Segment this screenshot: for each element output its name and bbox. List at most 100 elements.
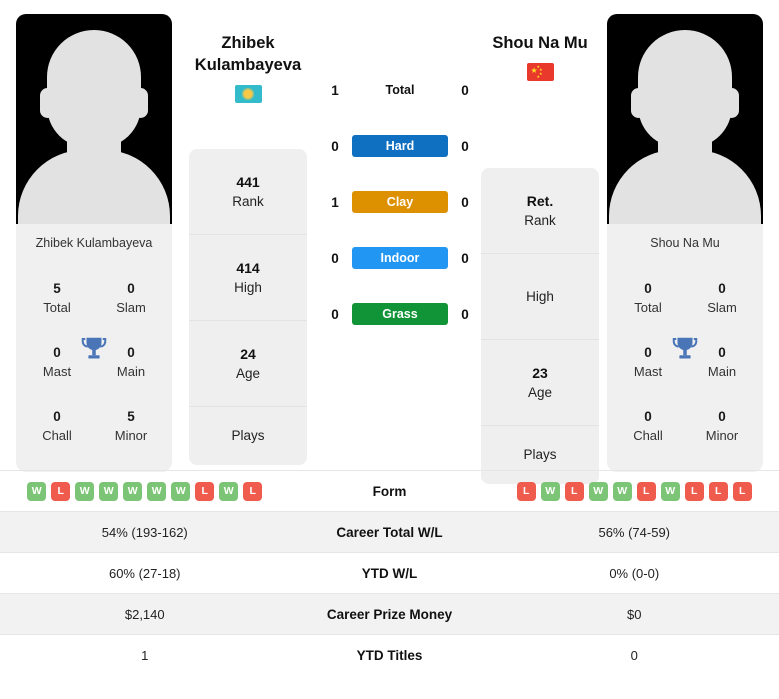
stats-table: WLWWWWWLWL Form LWLWWLWLLL 54% (193-162)… bbox=[0, 470, 779, 675]
player-name-line1-left: Zhibek bbox=[221, 34, 275, 52]
form-badge-win[interactable]: W bbox=[99, 481, 119, 501]
surface-score-left-hard: 0 bbox=[331, 138, 339, 154]
titles-mast-label-right: Mast bbox=[633, 363, 663, 379]
rank-cell-rank-right: Ret. Rank bbox=[481, 168, 599, 254]
table-label-ytd-titles: YTD Titles bbox=[356, 647, 423, 663]
form-badge-loss[interactable]: L bbox=[516, 481, 536, 501]
high-label-left: High bbox=[234, 279, 262, 295]
titles-slam-value-right: 0 bbox=[718, 280, 726, 296]
titles-main-label-right: Main bbox=[707, 363, 737, 379]
rank-cell-age-right: 23 Age bbox=[481, 340, 599, 426]
surface-label-indoor[interactable]: Indoor bbox=[352, 247, 448, 269]
surface-row-indoor: 0 Indoor 0 bbox=[322, 230, 478, 286]
rank-card-left: 441 Rank 414 High 24 Age Plays bbox=[189, 149, 307, 465]
surface-label-clay[interactable]: Clay bbox=[352, 191, 448, 213]
age-value-left: 24 bbox=[240, 345, 256, 362]
titles-chall-right: 0 Chall bbox=[611, 394, 685, 458]
form-badge-loss[interactable]: L bbox=[564, 481, 584, 501]
table-row-ytd-wl: 60% (27-18) YTD W/L 0% (0-0) bbox=[0, 552, 779, 593]
surface-label-hard[interactable]: Hard bbox=[352, 135, 448, 157]
titles-chall-value-left: 0 bbox=[53, 408, 61, 424]
table-label-ytd-wl: YTD W/L bbox=[361, 565, 418, 581]
player-photo-caption-left: Zhibek Kulambayeva bbox=[16, 224, 172, 262]
high-label-right: High bbox=[526, 288, 554, 304]
titles-minor-label-left: Minor bbox=[114, 427, 148, 443]
form-badge-loss[interactable]: L bbox=[636, 481, 656, 501]
surface-score-left-indoor: 0 bbox=[331, 250, 339, 266]
table-label-career-total-wl: Career Total W/L bbox=[336, 524, 443, 540]
titles-total-label-left: Total bbox=[43, 299, 71, 315]
avatar-body-icon bbox=[609, 150, 761, 224]
form-badge-loss[interactable]: L bbox=[195, 481, 215, 501]
surface-row-clay: 1 Clay 0 bbox=[322, 174, 478, 230]
surface-row-grass: 0 Grass 0 bbox=[322, 286, 478, 342]
surface-label-grass[interactable]: Grass bbox=[352, 303, 448, 325]
form-badge-win[interactable]: W bbox=[660, 481, 680, 501]
form-badge-win[interactable]: W bbox=[75, 481, 95, 501]
titles-total-label-right: Total bbox=[634, 299, 662, 315]
plays-label-right: Plays bbox=[523, 447, 557, 462]
surface-score-right-total: 0 bbox=[461, 82, 469, 98]
titles-slam-label-right: Slam bbox=[707, 299, 737, 315]
form-badge-win[interactable]: W bbox=[219, 481, 239, 501]
titles-grid-right: 0 Total 0 Slam 0 Mast 0 Main 0 Chall 0 M… bbox=[607, 262, 763, 472]
form-badge-win[interactable]: W bbox=[540, 481, 560, 501]
ytd-titles-left: 1 bbox=[141, 647, 149, 663]
h2h-comparison-page: Zhibek Kulambayeva 5 Total 0 Slam 0 Mast… bbox=[0, 0, 779, 699]
surface-score-right-hard: 0 bbox=[461, 138, 469, 154]
form-badge-loss[interactable]: L bbox=[243, 481, 263, 501]
titles-main-label-left: Main bbox=[116, 363, 146, 379]
form-badge-win[interactable]: W bbox=[171, 481, 191, 501]
form-badge-loss[interactable]: L bbox=[51, 481, 71, 501]
player-card-left[interactable]: Zhibek Kulambayeva 5 Total 0 Slam 0 Mast… bbox=[16, 14, 172, 472]
player-name-header-right[interactable]: Shou Na Mu ★ ★ ★ ★ ★ bbox=[460, 32, 620, 81]
ytd-wl-left: 60% (27-18) bbox=[108, 565, 181, 581]
surface-score-right-clay: 0 bbox=[461, 194, 469, 210]
form-badge-win[interactable]: W bbox=[123, 481, 143, 501]
rank-label-right: Rank bbox=[524, 212, 556, 228]
rank-card-right: Ret. Rank High 23 Age Plays bbox=[481, 168, 599, 484]
career-total-wl-left: 54% (193-162) bbox=[101, 524, 188, 540]
titles-slam-right: 0 Slam bbox=[685, 266, 759, 330]
titles-total-value-right: 0 bbox=[644, 280, 652, 296]
form-badge-win[interactable]: W bbox=[27, 481, 47, 501]
trophy-icon bbox=[79, 334, 109, 364]
avatar-ear-right-icon bbox=[724, 88, 739, 118]
form-strip-left: WLWWWWWLWL bbox=[27, 481, 263, 501]
titles-row-1-right: 0 Total 0 Slam bbox=[611, 266, 759, 330]
surface-score-left-grass: 0 bbox=[331, 306, 339, 322]
ytd-titles-right: 0 bbox=[630, 647, 638, 663]
titles-minor-value-right: 0 bbox=[718, 408, 726, 424]
table-row-ytd-titles: 1 YTD Titles 0 bbox=[0, 634, 779, 675]
kazakhstan-flag-icon bbox=[234, 85, 262, 103]
flag-sun-icon bbox=[243, 89, 253, 99]
surface-score-left-clay: 1 bbox=[331, 194, 339, 210]
surface-score-right-indoor: 0 bbox=[461, 250, 469, 266]
form-badge-win[interactable]: W bbox=[612, 481, 632, 501]
titles-slam-value-left: 0 bbox=[127, 280, 135, 296]
titles-slam-left: 0 Slam bbox=[94, 266, 168, 330]
career-prize-money-right: $0 bbox=[627, 606, 642, 622]
form-badge-win[interactable]: W bbox=[147, 481, 167, 501]
rank-value-left: 441 bbox=[236, 173, 260, 190]
high-value-left: 414 bbox=[236, 259, 260, 276]
player-card-right[interactable]: Shou Na Mu 0 Total 0 Slam 0 Mast 0 Main … bbox=[607, 14, 763, 472]
titles-grid-left: 5 Total 0 Slam 0 Mast 0 Main 0 Chall 5 M… bbox=[16, 262, 172, 472]
form-badge-loss[interactable]: L bbox=[708, 481, 728, 501]
comparison-header: Zhibek Kulambayeva 5 Total 0 Slam 0 Mast… bbox=[0, 0, 779, 484]
form-badge-loss[interactable]: L bbox=[684, 481, 704, 501]
table-row-career-total-wl: 54% (193-162) Career Total W/L 56% (74-5… bbox=[0, 511, 779, 552]
titles-minor-value-left: 5 bbox=[127, 408, 135, 424]
avatar-ear-left-icon bbox=[40, 88, 55, 118]
titles-total-right: 0 Total bbox=[611, 266, 685, 330]
table-row-form: WLWWWWWLWL Form LWLWWLWLLL bbox=[0, 470, 779, 511]
form-badge-loss[interactable]: L bbox=[732, 481, 752, 501]
titles-minor-right: 0 Minor bbox=[685, 394, 759, 458]
surface-label-total: Total bbox=[385, 83, 415, 97]
titles-minor-label-right: Minor bbox=[705, 427, 739, 443]
player-photo-left bbox=[16, 14, 172, 224]
career-total-wl-right: 56% (74-59) bbox=[598, 524, 671, 540]
form-badge-win[interactable]: W bbox=[588, 481, 608, 501]
player-name-header-left[interactable]: Zhibek Kulambayeva bbox=[168, 32, 328, 103]
form-left: WLWWWWWLWL bbox=[0, 481, 290, 501]
